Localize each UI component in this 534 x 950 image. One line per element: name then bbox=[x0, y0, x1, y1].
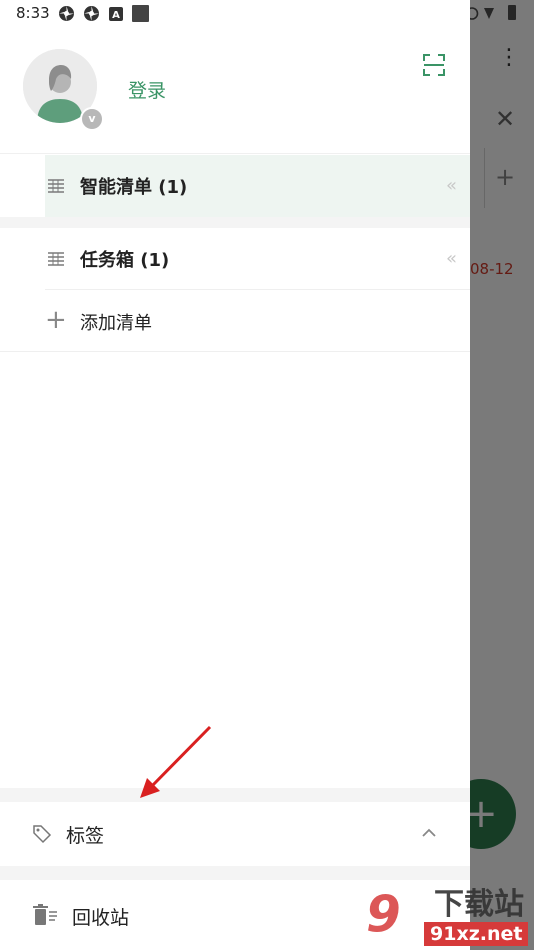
section-gap bbox=[0, 217, 470, 228]
watermark-mark: 9 bbox=[366, 885, 401, 943]
plus-icon: + bbox=[45, 305, 67, 335]
section-gap bbox=[0, 866, 470, 880]
battery-icon bbox=[508, 5, 516, 20]
status-indicators bbox=[470, 5, 516, 20]
list-item-inbox[interactable]: 任务箱 (1) « bbox=[0, 228, 470, 290]
app-notification-icon bbox=[84, 6, 99, 21]
svg-text:A: A bbox=[112, 10, 120, 21]
trash-icon bbox=[33, 904, 57, 925]
add-list-label: 添加清单 bbox=[80, 313, 152, 334]
trash-label: 回收站 bbox=[72, 907, 130, 929]
divider bbox=[45, 289, 470, 290]
list-icon bbox=[48, 252, 64, 266]
status-time: 8:33 bbox=[16, 4, 50, 22]
annotation-arrow-icon bbox=[140, 725, 212, 798]
list-item-label: 任务箱 (1) bbox=[80, 250, 170, 271]
app-notification-icon bbox=[59, 6, 74, 21]
watermark-site: 91xz.net bbox=[424, 922, 529, 946]
navigation-drawer: v 登录 智能清单 (1) « 任务箱 (1) « + 添加清单 标签 回收站 bbox=[0, 27, 470, 950]
watermark-title: 下载站 bbox=[434, 887, 524, 922]
section-gap bbox=[0, 788, 470, 802]
square-notification-icon bbox=[132, 5, 149, 22]
scan-icon[interactable] bbox=[422, 53, 446, 77]
tags-section[interactable]: 标签 bbox=[0, 802, 470, 866]
vip-badge: v bbox=[80, 107, 104, 131]
watermark-logo: 9 下载站 91xz.net bbox=[360, 884, 534, 950]
divider bbox=[0, 351, 470, 352]
collapse-left-icon[interactable]: « bbox=[446, 175, 457, 196]
collapse-left-icon[interactable]: « bbox=[446, 248, 457, 269]
list-item-label: 智能清单 (1) bbox=[80, 177, 188, 198]
add-list-button[interactable]: + 添加清单 bbox=[0, 291, 470, 353]
chevron-up-icon[interactable] bbox=[420, 824, 438, 842]
list-item-smart-list[interactable]: 智能清单 (1) « bbox=[0, 155, 470, 217]
login-link[interactable]: 登录 bbox=[128, 76, 166, 103]
alarm-icon bbox=[470, 7, 479, 20]
tag-icon bbox=[33, 825, 52, 844]
font-notification-icon: A bbox=[109, 7, 123, 21]
status-bar: 8:33 A bbox=[0, 0, 470, 27]
tags-label: 标签 bbox=[66, 825, 105, 847]
divider bbox=[0, 153, 470, 154]
list-icon bbox=[48, 179, 64, 193]
wifi-icon bbox=[484, 8, 494, 19]
